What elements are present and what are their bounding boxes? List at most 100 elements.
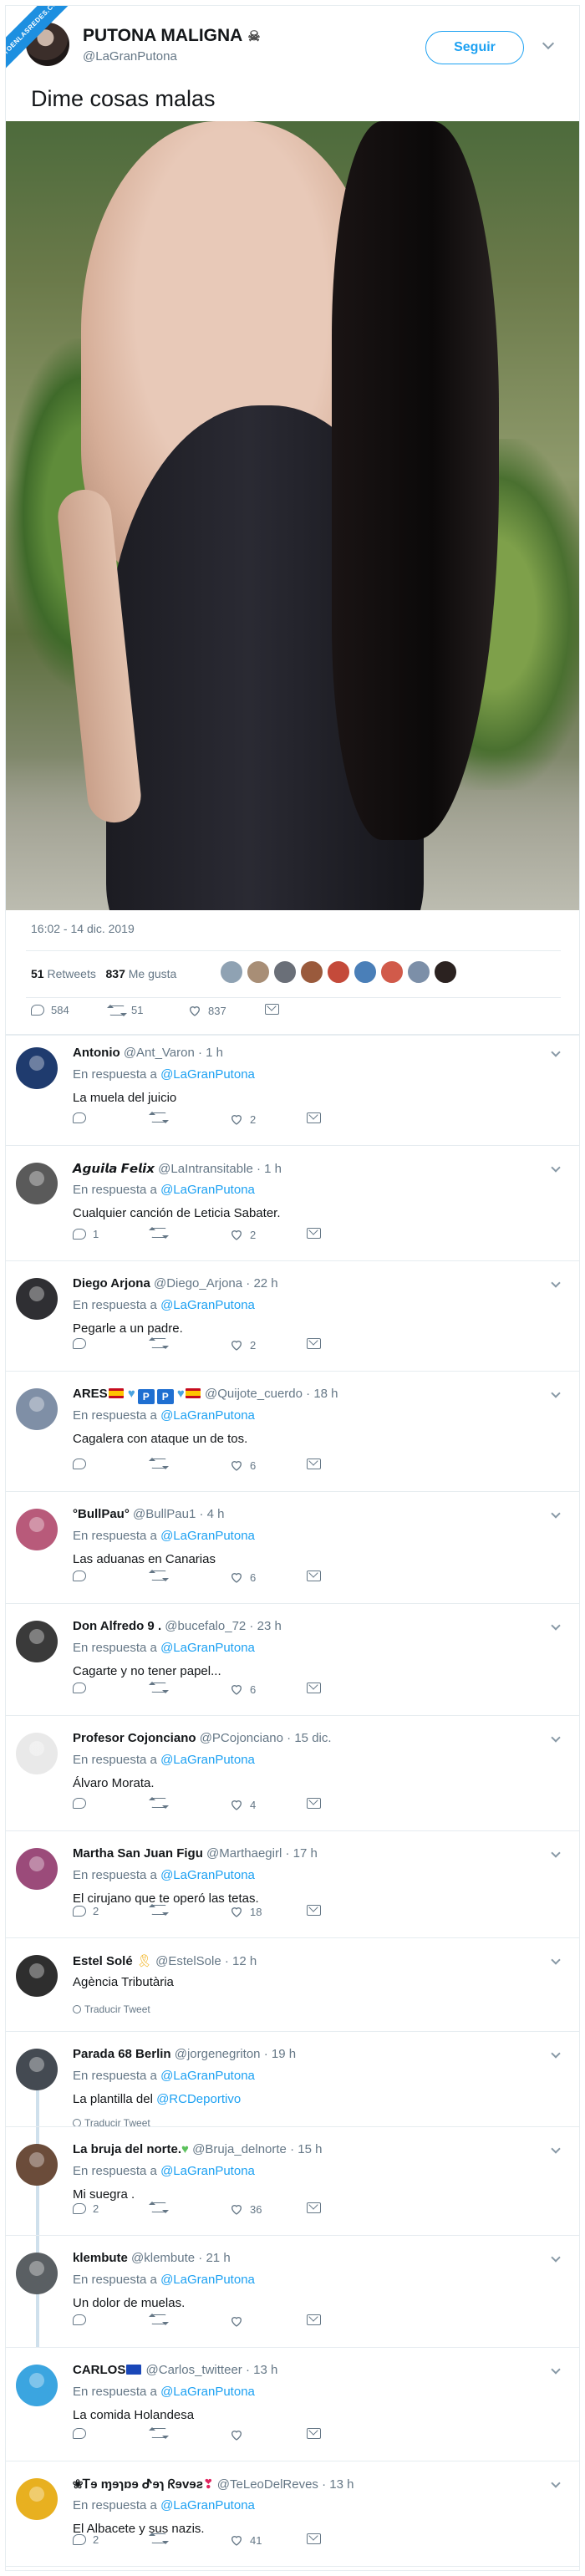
chevron-down-icon[interactable]	[551, 1509, 561, 1519]
avatar[interactable]	[354, 960, 377, 984]
reply-mention-link[interactable]: @LaGranPutona	[160, 1067, 255, 1082]
reply-time[interactable]: 12 h	[232, 1954, 257, 1968]
reply-author[interactable]: Estel Solé 🎗 @EstelSole · 12 h	[73, 1953, 257, 1968]
like-action[interactable]: 4	[230, 1798, 256, 1811]
retweet-action[interactable]	[149, 1227, 173, 1239]
mail-icon[interactable]	[307, 1798, 321, 1809]
reply-time[interactable]: 22 h	[253, 1276, 277, 1291]
avatar[interactable]	[16, 1047, 58, 1089]
reply-time[interactable]: 15 h	[298, 2142, 322, 2156]
avatar[interactable]	[327, 960, 350, 984]
reply-action[interactable]	[73, 1338, 93, 1349]
avatar[interactable]	[16, 1955, 58, 1997]
like-icon[interactable]	[230, 2533, 243, 2547]
reply-time[interactable]: 17 h	[293, 1846, 318, 1861]
reply-time[interactable]: 1 h	[264, 1162, 282, 1176]
mail-icon[interactable]	[307, 1338, 321, 1349]
reply-author-name[interactable]: °BullPau°	[73, 1507, 130, 1521]
reply-time[interactable]: 18 h	[313, 1387, 338, 1401]
message-action[interactable]	[307, 1798, 321, 1809]
retweets-label[interactable]: Retweets	[47, 967, 95, 980]
chevron-down-icon[interactable]	[551, 1163, 561, 1173]
likes-label[interactable]: Me gusta	[129, 967, 177, 980]
mail-icon[interactable]	[307, 2428, 321, 2439]
reply-icon[interactable]	[73, 1683, 86, 1693]
reply-handle[interactable]: @TeLeoDelReves	[217, 2477, 318, 2492]
reply-action[interactable]: 1	[73, 1228, 99, 1240]
like-icon[interactable]	[230, 1798, 243, 1811]
mail-icon[interactable]	[265, 1004, 279, 1015]
avatar[interactable]	[16, 2253, 58, 2294]
retweet-action[interactable]	[149, 1797, 173, 1809]
reply-handle[interactable]: @bucefalo_72	[165, 1619, 246, 1633]
reply-author[interactable]: CARLOS @Carlos_twitteer · 13 h	[73, 2363, 277, 2377]
chevron-down-icon[interactable]	[551, 2253, 561, 2263]
reply-author[interactable]: °BullPau° @BullPau1 · 4 h	[73, 1507, 225, 1521]
avatar[interactable]	[16, 2049, 58, 2090]
reply-tweet[interactable]: Estel Solé 🎗 @EstelSole · 12 h Agència Tr…	[6, 1938, 579, 2032]
retweet-icon[interactable]	[149, 2314, 169, 2325]
reply-author-name[interactable]: Estel Solé	[73, 1954, 133, 1968]
retweet-action[interactable]	[149, 1682, 173, 1693]
mail-icon[interactable]	[307, 1228, 321, 1239]
author-name-text[interactable]: PUTONA MALIGNA	[83, 26, 242, 45]
follow-button[interactable]: Seguir	[425, 31, 524, 64]
like-icon[interactable]	[230, 1571, 243, 1584]
reply-handle[interactable]: @klembute	[131, 2251, 195, 2265]
reply-mention-link[interactable]: @LaGranPutona	[160, 2273, 255, 2287]
mention-link[interactable]: @RCDeportivo	[156, 2092, 241, 2106]
reply-mention-link[interactable]: @LaGranPutona	[160, 1641, 255, 1655]
reply-author[interactable]: ARES ♥ P P ♥ @Quijote_cuerdo · 18 h	[73, 1387, 338, 1404]
chevron-down-icon[interactable]	[551, 2144, 561, 2154]
reply-mention-link[interactable]: @LaGranPutona	[160, 1529, 255, 1543]
reply-author[interactable]: Antonio @Ant_Varon · 1 h	[73, 1046, 223, 1060]
like-action[interactable]: 2	[230, 1338, 256, 1352]
chevron-down-icon[interactable]	[551, 2365, 561, 2375]
like-action[interactable]: 2	[230, 1228, 256, 1241]
reply-tweet[interactable]: 𝘼𝙜𝙪𝙞𝙡𝙖 𝙁𝙚𝙡𝙞𝙭 @LaIntransitable · 1 h En re…	[6, 1146, 579, 1261]
avatar[interactable]	[16, 1509, 58, 1550]
reply-icon[interactable]	[73, 2534, 86, 2545]
reply-action[interactable]	[73, 1683, 93, 1693]
reply-author-name[interactable]: Don Alfredo 9 .	[73, 1619, 161, 1633]
avatar[interactable]	[16, 1621, 58, 1662]
reply-mention-link[interactable]: @LaGranPutona	[160, 1408, 255, 1423]
reply-tweet[interactable]: Parada 68 Berlin @jorgenegriton · 19 h En…	[6, 2032, 579, 2129]
retweet-icon[interactable]	[149, 1682, 169, 1693]
avatar[interactable]	[16, 1163, 58, 1204]
reply-action[interactable]	[73, 2314, 93, 2325]
chevron-down-icon[interactable]	[551, 1848, 561, 1858]
reply-author[interactable]: Parada 68 Berlin @jorgenegriton · 19 h	[73, 2047, 296, 2061]
like-action[interactable]: 837	[188, 1004, 226, 1017]
reply-author[interactable]: Martha San Juan Figu @Marthaegirl · 17 h	[73, 1846, 318, 1861]
reply-icon[interactable]	[73, 2314, 86, 2325]
reply-mention-link[interactable]: @LaGranPutona	[160, 1868, 255, 1882]
message-action[interactable]	[265, 1004, 279, 1015]
reply-icon[interactable]	[73, 1112, 86, 1123]
reply-author-name[interactable]: 𝘼𝙜𝙪𝙞𝙡𝙖 𝙁𝙚𝙡𝙞𝙭	[73, 1162, 155, 1176]
retweet-action[interactable]	[149, 2202, 173, 2213]
like-action[interactable]: 6	[230, 1571, 256, 1584]
reply-icon[interactable]	[73, 2428, 86, 2439]
avatar[interactable]	[16, 2478, 58, 2520]
reply-icon[interactable]	[73, 1798, 86, 1809]
retweet-icon[interactable]	[149, 1227, 169, 1239]
reply-icon[interactable]	[73, 2203, 86, 2214]
like-action[interactable]: 41	[230, 2533, 262, 2547]
message-action[interactable]	[307, 1683, 321, 1693]
reply-time[interactable]: 21 h	[206, 2251, 230, 2265]
reply-mention-link[interactable]: @LaGranPutona	[160, 1183, 255, 1197]
avatar[interactable]	[380, 960, 404, 984]
retweet-icon[interactable]	[107, 1004, 127, 1016]
reply-author-name[interactable]: klembute	[73, 2251, 128, 2265]
reply-tweet[interactable]: Martha San Juan Figu @Marthaegirl · 17 h…	[6, 1831, 579, 1938]
message-action[interactable]	[307, 2533, 321, 2544]
reply-time[interactable]: 1 h	[206, 1046, 223, 1060]
reply-handle[interactable]: @jorgenegriton	[175, 2047, 261, 2061]
like-action[interactable]: 2	[230, 1112, 256, 1126]
reply-handle[interactable]: @Marthaegirl	[206, 1846, 282, 1861]
reply-author[interactable]: 𝘼𝙜𝙪𝙞𝙡𝙖 𝙁𝙚𝙡𝙞𝙭 @LaIntransitable · 1 h	[73, 1161, 282, 1176]
reply-author-name[interactable]: Profesor Cojonciano	[73, 1731, 196, 1745]
avatar[interactable]	[300, 960, 323, 984]
reply-handle[interactable]: @BullPau1	[133, 1507, 196, 1521]
